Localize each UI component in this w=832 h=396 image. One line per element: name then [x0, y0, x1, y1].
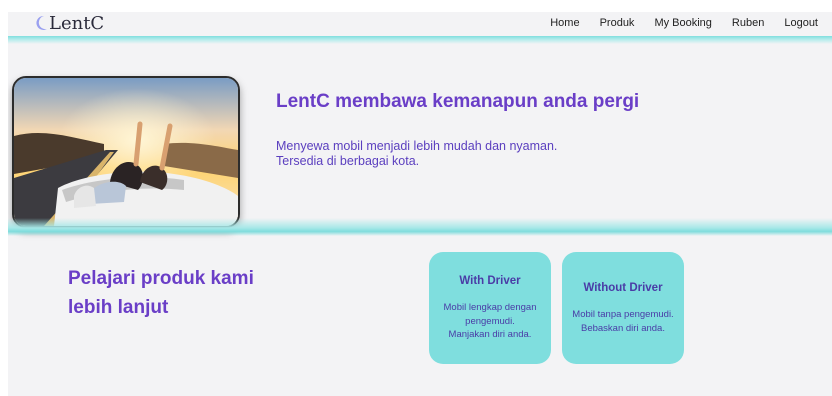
nav-produk[interactable]: Produk — [600, 17, 635, 29]
hero-subtitle-line: Menyewa mobil menjadi lebih mudah dan ny… — [276, 139, 558, 153]
card-description-line: Manjakan diri anda. — [448, 329, 532, 340]
hero-divider-glow — [8, 218, 832, 236]
nav-my-booking[interactable]: My Booking — [654, 17, 711, 29]
products-heading: Pelajari produk kami lebih lanjut — [68, 264, 328, 322]
convertible-sunset-photo — [14, 78, 238, 226]
product-card-without-driver[interactable]: Without Driver Mobil tanpa pengemudi. Be… — [562, 252, 684, 364]
card-description-line: Mobil lengkap dengan — [443, 302, 537, 313]
products-heading-line: Pelajari produk kami — [68, 268, 254, 289]
card-title: With Driver — [459, 275, 521, 287]
hero-subtitle: Menyewa mobil menjadi lebih mudah dan ny… — [276, 139, 696, 169]
hero-image — [12, 76, 240, 228]
nav-divider-glow — [8, 36, 832, 44]
moon-icon — [36, 15, 47, 30]
brand-name: LentC — [49, 12, 105, 34]
card-description-line: Bebaskan diri anda. — [581, 322, 665, 334]
card-title: Without Driver — [583, 282, 663, 294]
page: LentC Home Produk My Booking Ruben Logou… — [8, 12, 832, 396]
card-description-line: Mobil tanpa pengemudi. — [572, 309, 674, 320]
nav-links: Home Produk My Booking Ruben Logout — [530, 17, 818, 29]
brand-logo[interactable]: LentC — [34, 12, 104, 34]
nav-logout[interactable]: Logout — [784, 17, 818, 29]
nav-user-ruben[interactable]: Ruben — [732, 17, 764, 29]
card-description: Mobil tanpa pengemudi. Bebaskan diri and… — [562, 308, 684, 335]
navbar: LentC Home Produk My Booking Ruben Logou… — [8, 12, 832, 38]
card-description: Mobil lengkap dengan pengemudi. Manjakan… — [429, 301, 551, 342]
products-heading-line: lebih lanjut — [68, 297, 169, 318]
hero-subtitle-line: Tersedia di berbagai kota. — [276, 154, 420, 168]
product-card-with-driver[interactable]: With Driver Mobil lengkap dengan pengemu… — [429, 252, 551, 364]
nav-home[interactable]: Home — [550, 17, 579, 29]
hero-title: LentC membawa kemanapun anda pergi — [276, 91, 640, 112]
card-description-line: pengemudi. — [465, 315, 515, 327]
